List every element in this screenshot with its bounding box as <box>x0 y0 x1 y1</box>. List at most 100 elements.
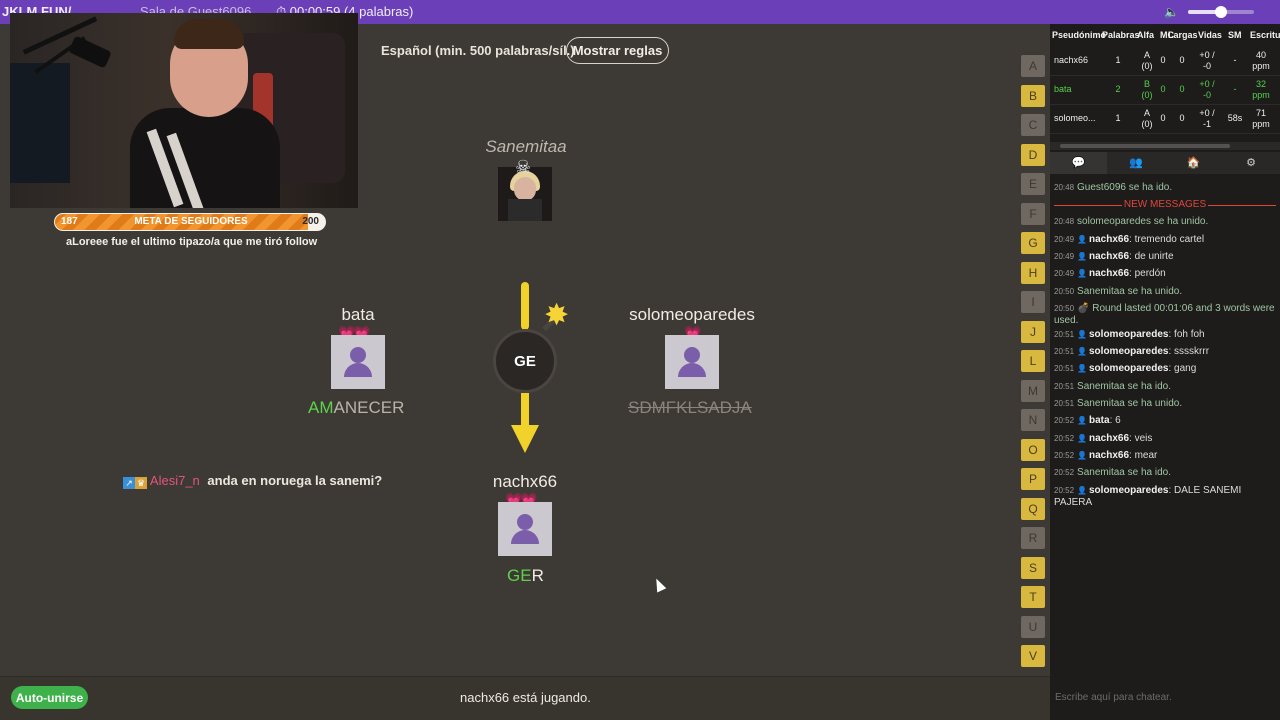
chat-username[interactable]: nachx66 <box>1089 450 1129 461</box>
badge-icon: ↗ <box>123 477 135 489</box>
turn-arrow-shaft <box>521 393 529 427</box>
player-avatar-right <box>665 335 719 389</box>
user-icon: 👤 <box>1077 364 1087 374</box>
tab-chat[interactable]: 💬 <box>1050 152 1107 174</box>
bonus-letter-c: C <box>1021 114 1045 136</box>
user-icon: 👤 <box>1077 251 1087 261</box>
scoreboard-cell: 0 <box>1160 55 1166 65</box>
scoreboard-cell: 0 <box>1160 113 1166 123</box>
bonus-letter-e: E <box>1021 173 1045 195</box>
scoreboard-header[interactable]: Vidas <box>1198 30 1222 40</box>
scoreboard-separator <box>1050 75 1280 76</box>
player-avatar-current <box>498 502 552 556</box>
sidebar: Pseudónimo Palabras Alfa MC Largas Vidas SM Esc… <box>1050 24 1280 720</box>
chat-username[interactable]: nachx66 <box>1089 234 1129 245</box>
spark-icon: ✸ <box>544 299 570 332</box>
chat-message: 20:50 💣 Round lasted 00:01:06 and 3 words… <box>1054 302 1275 326</box>
user-icon: 👤 <box>1077 416 1087 426</box>
scoreboard-cell: solomeo... <box>1054 113 1096 123</box>
scoreboard-cell: 2 <box>1115 84 1121 94</box>
chat-message: 20:52 👤 nachx66: mear <box>1054 449 1158 461</box>
tab-players[interactable]: 👥 <box>1108 152 1165 174</box>
scoreboard-header[interactable]: Palabras <box>1102 30 1140 40</box>
chat-username[interactable]: solomeoparedes <box>1089 346 1168 357</box>
turn-arrow-icon <box>511 425 539 453</box>
scoreboard-cell: 1 <box>1115 113 1121 123</box>
scoreboard-cell: 0 <box>1179 55 1185 65</box>
scoreboard-cell: +0 / -0 <box>1199 50 1215 71</box>
chat-username[interactable]: solomeoparedes <box>1089 363 1168 374</box>
player-word-left: AMANECER <box>308 398 404 418</box>
scoreboard-header[interactable]: Escritura <box>1250 30 1280 40</box>
tab-settings[interactable]: ⚙ <box>1223 152 1280 174</box>
bonus-letter-a: A <box>1021 55 1045 77</box>
player-name-current: nachx66 <box>492 472 558 491</box>
chat-username[interactable]: solomeoparedes <box>1089 329 1168 340</box>
chat-message: 20:48 solomeoparedes se ha unido. <box>1054 216 1209 228</box>
auto-join-button[interactable]: Auto-unirse <box>11 686 88 709</box>
scoreboard-cell: 1 <box>1115 55 1121 65</box>
chat-username[interactable]: solomeoparedes <box>1089 485 1168 496</box>
scoreboard-header[interactable]: Largas <box>1168 30 1198 40</box>
scoreboard-separator <box>1050 133 1280 134</box>
bonus-letter-i: I <box>1021 291 1045 313</box>
word-rest-current: R <box>531 566 544 585</box>
chat-username[interactable]: nachx66 <box>1089 433 1129 444</box>
bonus-letter-v: V <box>1021 645 1045 667</box>
volume-knob[interactable] <box>1215 6 1227 18</box>
new-messages-label: NEW MESSAGES <box>1123 199 1207 211</box>
tab-room[interactable]: 🏠 <box>1165 152 1222 174</box>
chat-message: 20:52 Sanemitaa se ha ido. <box>1054 467 1171 479</box>
bonus-letter-q: Q <box>1021 497 1045 520</box>
chat-message: 20:52 👤 nachx66: veis <box>1054 432 1153 444</box>
scoreboard-cell: 0 <box>1179 84 1185 94</box>
bomb-pointer-up <box>521 282 529 330</box>
bonus-letter-u: U <box>1021 615 1045 638</box>
chat-input[interactable] <box>1050 684 1280 710</box>
scoreboard-header[interactable]: Pseudónimo <box>1052 30 1106 40</box>
webcam-monitor <box>10 63 70 183</box>
user-icon: 👤 <box>1077 234 1087 244</box>
chat-message: 20:51 👤 solomeoparedes: foh foh <box>1054 328 1205 340</box>
webcam-streamer-hair <box>174 19 244 49</box>
scoreboard-cell: +0 / -0 <box>1199 79 1215 100</box>
bonus-letter-r: R <box>1021 527 1045 549</box>
new-messages-divider: NEW MESSAGES <box>1050 199 1280 211</box>
bonus-letter-t: T <box>1021 586 1045 608</box>
show-rules-button[interactable]: Mostrar reglas <box>566 37 669 64</box>
scoreboard-cell: +0 / -1 <box>1199 108 1215 129</box>
chat-username[interactable]: nachx66 <box>1089 268 1129 279</box>
scoreboard-cell: 0 <box>1160 84 1166 94</box>
scoreboard-header[interactable]: SM <box>1228 30 1242 40</box>
stream-chat-message: ↗ ♛ Alesi7_n anda en noruega la sanemi? <box>123 473 382 489</box>
chat-message: 20:52 👤 bata: 6 <box>1054 415 1121 427</box>
scoreboard-cell: B (0) <box>1141 79 1153 100</box>
bomb-syllable: GE <box>493 329 557 393</box>
chat-username[interactable]: nachx66 <box>1089 251 1129 262</box>
bonus-letter-s: S <box>1021 556 1045 579</box>
chat-message: 20:51 👤 solomeoparedes: gang <box>1054 363 1197 375</box>
skull-icon: ☠ <box>515 157 532 177</box>
bonus-letter-p: P <box>1021 468 1045 490</box>
word-matched-current: GE <box>507 566 532 585</box>
scoreboard: Pseudónimo Palabras Alfa MC Largas Vidas SM Esc… <box>1050 24 1280 142</box>
user-icon: 👤 <box>1077 485 1087 495</box>
scoreboard-scrollbar[interactable] <box>1050 142 1280 150</box>
scoreboard-cell: - <box>1233 84 1237 94</box>
scoreboard-header[interactable]: Alfa <box>1137 30 1154 40</box>
bonus-letter-l: L <box>1021 350 1045 372</box>
chat-username[interactable]: bata <box>1089 415 1110 426</box>
volume-icon[interactable]: 🔈 <box>1164 5 1179 19</box>
player-name-host: Sanemitaa <box>485 137 567 156</box>
chat-message: 20:48 Guest6096 se ha ido. <box>1054 182 1173 193</box>
scoreboard-cell: bata <box>1054 84 1072 94</box>
bonus-letter-n: N <box>1021 409 1045 431</box>
user-icon: 👤 <box>1077 329 1087 339</box>
bonus-letter-d: D <box>1021 143 1045 166</box>
user-icon: 👤 <box>1077 450 1087 460</box>
last-follower-message: aLoreee fue el ultimo tipazo/a que me ti… <box>66 236 318 248</box>
player-avatar-left <box>331 335 385 389</box>
bonus-letter-h: H <box>1021 261 1045 284</box>
rules-summary: Español (min. 500 palabras/síl.) <box>381 43 575 58</box>
user-icon: 👤 <box>1077 433 1087 443</box>
